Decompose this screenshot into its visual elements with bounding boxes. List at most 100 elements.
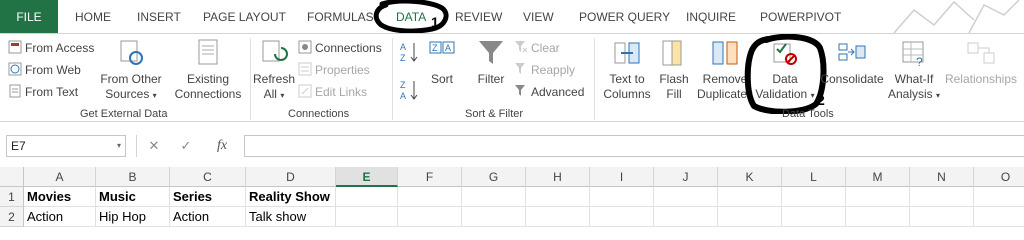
name-box[interactable]: E7 ▾ [6,135,126,157]
cell-d2[interactable]: Talk show [246,207,336,227]
sort-button[interactable]: ZA Sort [424,38,460,87]
cell-i2[interactable] [590,207,654,227]
row-header-1[interactable]: 1 [0,187,24,207]
svg-text:?: ? [916,55,923,68]
column-header-e[interactable]: E [336,167,398,187]
cell-e2[interactable] [336,207,398,227]
filter-label: Filter [477,72,505,86]
tab-home[interactable]: HOME [75,0,111,33]
column-header-o[interactable]: O [974,167,1024,187]
cell-k1[interactable] [718,187,782,207]
refresh-all-button[interactable]: Refresh All ▾ [252,38,296,103]
column-header-n[interactable]: N [910,167,974,187]
column-header-j[interactable]: J [654,167,718,187]
filter-button[interactable]: Filter [472,38,510,87]
from-other-sources-label-1: From Other [100,72,162,86]
cell-d1[interactable]: Reality Show [246,187,336,207]
cell-b2[interactable]: Hip Hop [96,207,170,227]
cell-h2[interactable] [526,207,590,227]
insert-function-icon[interactable]: fx [212,135,232,157]
column-header-i[interactable]: I [590,167,654,187]
from-access-label: From Access [25,41,95,55]
cell-g2[interactable] [462,207,526,227]
relationships-button[interactable]: Relationships [942,38,1020,87]
column-header-f[interactable]: F [398,167,462,187]
group-divider [392,38,393,120]
column-header-l[interactable]: L [782,167,846,187]
cell-l2[interactable] [782,207,846,227]
tab-review[interactable]: REVIEW [455,0,502,33]
cell-c1[interactable]: Series [170,187,246,207]
chevron-down-icon: ▾ [280,91,285,100]
text-to-columns-button[interactable]: Text to Columns [598,38,656,102]
cell-i1[interactable] [590,187,654,207]
tab-powerpivot[interactable]: POWERPIVOT [760,0,841,33]
column-header-c[interactable]: C [170,167,246,187]
cell-j2[interactable] [654,207,718,227]
properties-button[interactable]: Properties [298,60,370,80]
chevron-down-icon: ▾ [936,91,941,100]
existing-connections-button[interactable]: Existing Connections [170,38,246,102]
sort-descending-icon: ZA [400,80,418,101]
cell-n2[interactable] [910,207,974,227]
cell-g1[interactable] [462,187,526,207]
tab-power-query[interactable]: POWER QUERY [579,0,670,33]
from-text-button[interactable]: From Text [8,82,78,102]
advanced-filter-button[interactable]: Advanced [514,82,584,102]
cell-m2[interactable] [846,207,910,227]
cell-j1[interactable] [654,187,718,207]
edit-links-button[interactable]: Edit Links [298,82,367,102]
reapply-button[interactable]: Reapply [514,60,575,80]
sort-az-button[interactable]: AZ [400,40,420,64]
from-other-sources-button[interactable]: From Other Sources ▾ [96,38,166,103]
chevron-down-icon[interactable]: ▾ [117,136,121,156]
column-header-h[interactable]: H [526,167,590,187]
column-header-g[interactable]: G [462,167,526,187]
cell-l1[interactable] [782,187,846,207]
column-header-d[interactable]: D [246,167,336,187]
relationships-label: Relationships [944,72,1018,86]
cell-h1[interactable] [526,187,590,207]
formula-input[interactable] [244,135,1024,157]
cell-f1[interactable] [398,187,462,207]
flash-fill-button[interactable]: Flash Fill [656,38,692,102]
ribbon: From Access From Web From Text From Othe… [0,33,1024,122]
clear-button[interactable]: Clear [514,38,560,58]
column-header-b[interactable]: B [96,167,170,187]
annotation-marker-2: 2 [817,92,825,108]
cell-n1[interactable] [910,187,974,207]
cell-f2[interactable] [398,207,462,227]
group-divider [250,38,251,120]
row-header-2[interactable]: 2 [0,207,24,227]
tab-inquire[interactable]: INQUIRE [686,0,736,33]
consolidate-button[interactable]: Consolidate [820,38,884,87]
tab-formulas[interactable]: FORMULAS [307,0,374,33]
from-access-button[interactable]: From Access [8,38,94,58]
cell-k2[interactable] [718,207,782,227]
cell-e1[interactable] [336,187,398,207]
refresh-icon [262,40,288,62]
other-sources-icon [120,40,143,65]
cell-b1[interactable]: Music [96,187,170,207]
cancel-icon[interactable]: ✕ [144,135,164,157]
connections-button[interactable]: Connections [298,38,382,58]
clear-filter-icon [514,40,528,54]
cell-m1[interactable] [846,187,910,207]
column-header-m[interactable]: M [846,167,910,187]
from-web-button[interactable]: From Web [8,60,81,80]
tab-file[interactable]: FILE [0,0,58,33]
cell-o1[interactable] [974,187,1024,207]
cell-a1[interactable]: Movies [24,187,96,207]
cell-o2[interactable] [974,207,1024,227]
sort-za-button[interactable]: ZA [400,78,420,102]
enter-checkmark-icon[interactable]: ✓ [176,135,196,157]
select-all-corner[interactable] [0,167,24,187]
cell-c2[interactable]: Action [170,207,246,227]
tab-insert[interactable]: INSERT [137,0,181,33]
tab-page-layout[interactable]: PAGE LAYOUT [203,0,286,33]
what-if-analysis-button[interactable]: ? What-If Analysis ▾ [884,38,944,103]
tab-view[interactable]: VIEW [523,0,554,33]
column-header-a[interactable]: A [24,167,96,187]
column-header-k[interactable]: K [718,167,782,187]
cell-a2[interactable]: Action [24,207,96,227]
